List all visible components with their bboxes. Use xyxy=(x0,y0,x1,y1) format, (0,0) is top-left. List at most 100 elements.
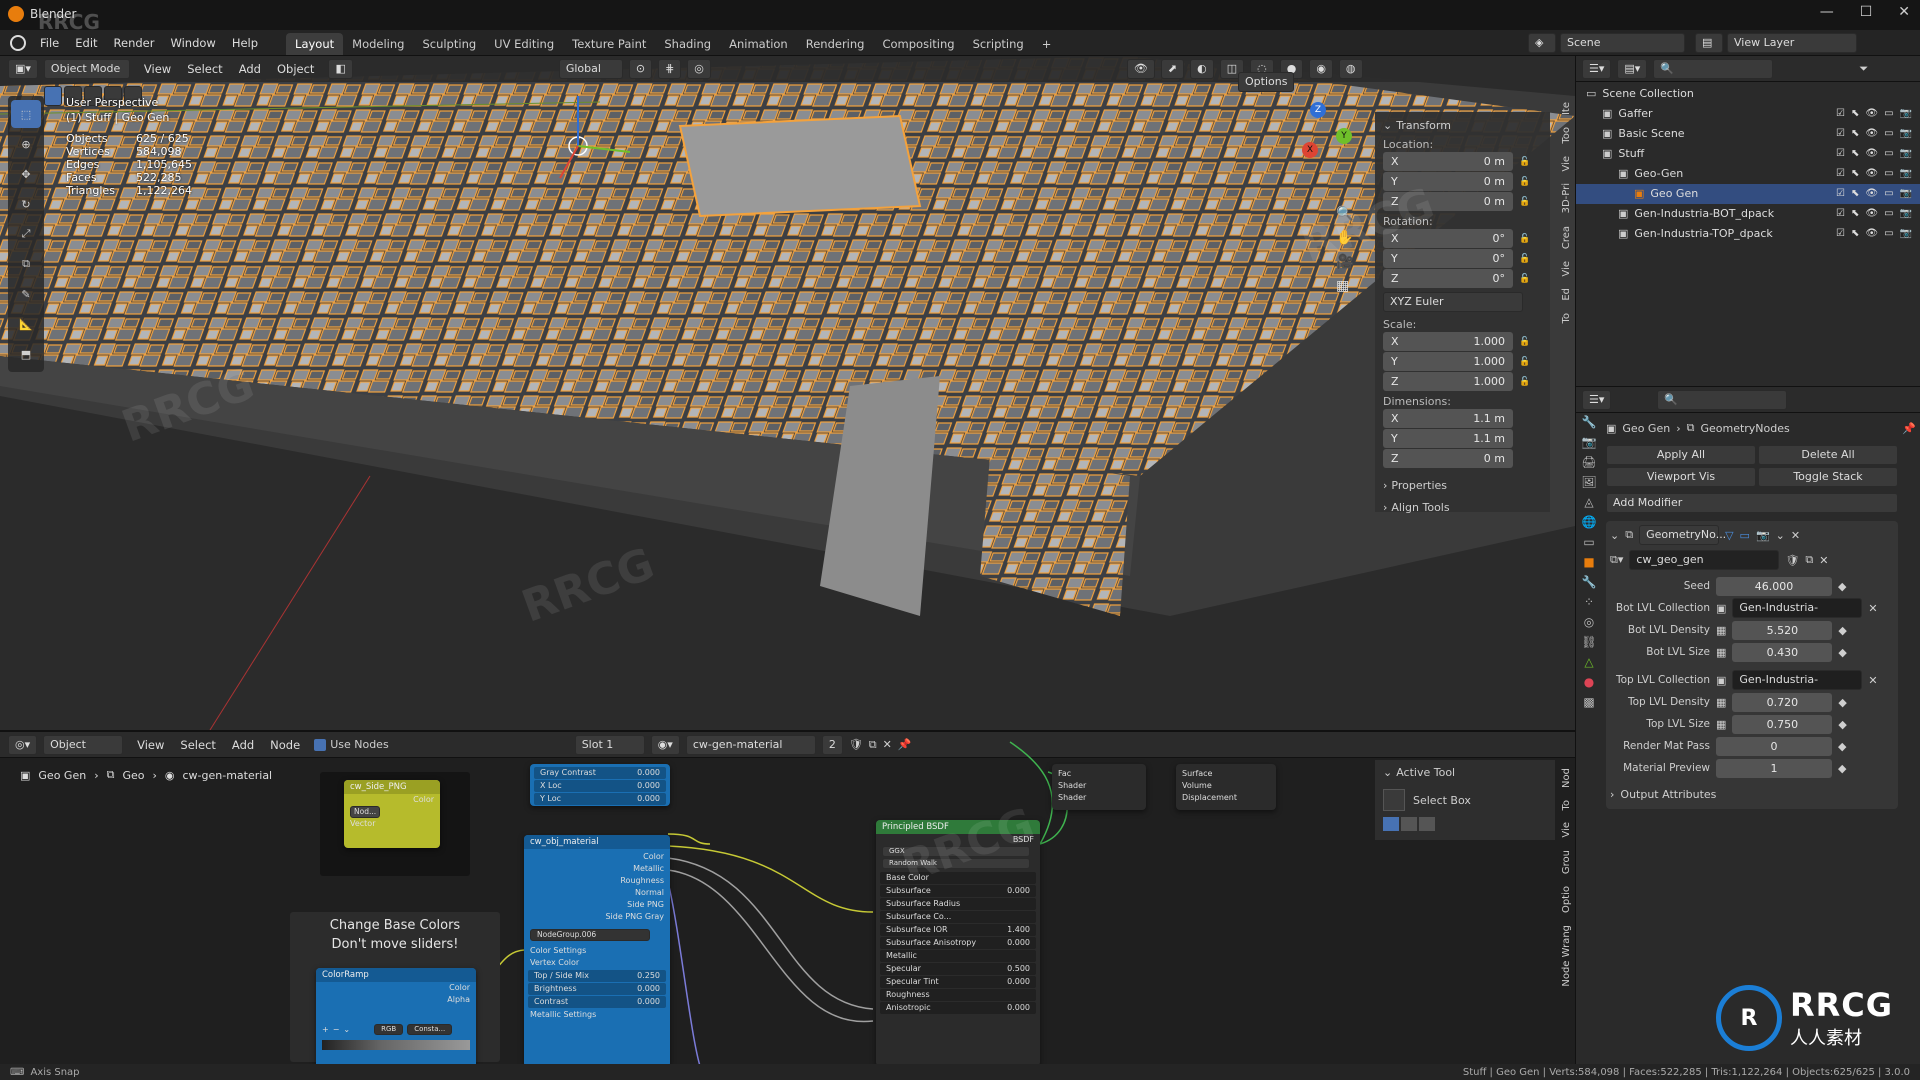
outliner-item[interactable]: ▣ Gen-Industria-TOP_dpack ☑ ⬉ 👁 ▭ 📷 xyxy=(1576,224,1920,244)
proportional-edit-icon[interactable]: ◎ xyxy=(687,59,711,79)
align-tools-subpanel[interactable]: Align Tools xyxy=(1391,501,1449,514)
sidebar-tab[interactable]: To xyxy=(1561,796,1572,815)
select-icon[interactable]: ⬉ xyxy=(1851,224,1859,244)
snap-icon[interactable]: ⋕ xyxy=(658,59,682,79)
lock-icon[interactable]: 🔓 xyxy=(1519,157,1530,167)
tab-scripting[interactable]: Scripting xyxy=(964,33,1033,55)
viewport-icon[interactable]: ▭ xyxy=(1884,204,1893,224)
modifier-name-field[interactable]: GeometryNo... xyxy=(1639,525,1726,545)
keyframe-icon[interactable]: ◆ xyxy=(1838,740,1846,753)
viewport-vis-button[interactable]: Viewport Vis xyxy=(1606,467,1756,487)
menu-help[interactable]: Help xyxy=(224,30,266,56)
checkbox-icon[interactable]: ☑ xyxy=(1836,124,1845,144)
chevron-down-icon[interactable]: ⌄ xyxy=(1610,529,1619,542)
sidebar-tab[interactable]: To xyxy=(1561,309,1572,328)
lock-icon[interactable]: 🔓 xyxy=(1519,177,1530,187)
collection-tab-icon[interactable]: ▭ xyxy=(1583,535,1594,549)
lock-icon[interactable]: 🔓 xyxy=(1519,337,1530,347)
data-tab-icon[interactable]: △ xyxy=(1584,655,1593,669)
attribute-toggle-icon[interactable]: ▦ xyxy=(1716,646,1726,659)
render-icon[interactable]: 📷 xyxy=(1900,124,1912,144)
dimension-z-field[interactable]: Z 0 m xyxy=(1383,449,1513,468)
nodegroup-field[interactable]: Nod... xyxy=(350,806,381,818)
y-axis-icon[interactable]: Y xyxy=(1336,128,1352,144)
physics-tab-icon[interactable]: ◎ xyxy=(1584,615,1594,629)
particles-tab-icon[interactable]: ⁘ xyxy=(1584,595,1594,609)
select-icon[interactable]: ⬉ xyxy=(1851,164,1859,184)
maximize-icon[interactable]: ☐ xyxy=(1860,4,1873,20)
chevron-down-icon[interactable]: ⌄ xyxy=(1383,766,1392,779)
scene-tab-icon[interactable]: ◬ xyxy=(1584,495,1593,509)
close-icon[interactable]: ✕ xyxy=(1898,4,1910,20)
loc-values-node[interactable]: Gray Contrast 0.000 X Loc 0.000 Y Loc 0.000 xyxy=(530,764,670,806)
x-axis-icon[interactable]: X xyxy=(1302,142,1318,158)
tab-sculpting[interactable]: Sculpting xyxy=(413,33,485,55)
viewport-icon[interactable]: ▭ xyxy=(1884,184,1893,204)
z-axis-icon[interactable]: Z xyxy=(1310,102,1326,118)
material-output-node[interactable]: Surface Volume Displacement xyxy=(1176,764,1276,810)
viewport-icon[interactable]: ▭ xyxy=(1884,124,1893,144)
sidebar-tab[interactable]: Nod xyxy=(1561,764,1572,792)
remove-stop-icon[interactable]: − xyxy=(333,1024,340,1036)
rotation-mode-selector[interactable]: XYZ Euler xyxy=(1383,292,1523,312)
gizmo-icon[interactable]: ⬈ xyxy=(1160,59,1185,79)
checkbox-icon[interactable]: ☑ xyxy=(1836,104,1845,124)
add-cube-tool-icon[interactable]: ⬒ xyxy=(11,340,41,368)
lock-icon[interactable]: 🔓 xyxy=(1519,254,1530,264)
sidebar-tab[interactable]: Crea xyxy=(1561,222,1572,253)
render-icon[interactable]: 📷 xyxy=(1900,204,1912,224)
menu-render[interactable]: Render xyxy=(106,30,163,56)
render-display-icon[interactable]: 📷 xyxy=(1756,529,1770,542)
duplicate-icon[interactable]: ⧉ xyxy=(1805,553,1813,567)
attribute-toggle-icon[interactable]: ▦ xyxy=(1716,696,1726,709)
collection-field[interactable]: Gen-Industria-TOP_d... xyxy=(1732,670,1863,704)
select-new-icon[interactable] xyxy=(1383,817,1399,831)
move-tool-icon[interactable]: ✥ xyxy=(11,160,41,188)
outliner-item[interactable]: ▣ Gen-Industria-BOT_dpack ☑ ⬉ 👁 ▭ 📷 xyxy=(1576,204,1920,224)
keyframe-icon[interactable]: ◆ xyxy=(1838,696,1846,709)
visibility-icon[interactable]: 👁 xyxy=(1126,59,1155,79)
color-mode-selector[interactable]: RGB xyxy=(374,1024,404,1035)
chevron-down-icon[interactable]: ⌄ xyxy=(1383,119,1392,132)
display-mode-icon[interactable]: ▤▾ xyxy=(1617,58,1648,79)
node-value-row[interactable]: Gray Contrast 0.000 xyxy=(534,767,666,779)
delete-all-button[interactable]: Delete All xyxy=(1758,445,1898,465)
sidebar-tab[interactable]: Optio xyxy=(1561,882,1572,917)
dimension-y-field[interactable]: Y 1.1 m xyxy=(1383,429,1513,448)
menu-edit[interactable]: Edit xyxy=(67,30,105,56)
selectability-icon[interactable]: ◧ xyxy=(328,59,353,79)
tab-texture-paint[interactable]: Texture Paint xyxy=(563,33,655,55)
eye-icon[interactable]: 👁 xyxy=(1865,124,1878,144)
mode-selector[interactable]: Object Mode xyxy=(43,59,130,79)
select-icon[interactable]: ⬉ xyxy=(1851,124,1859,144)
remove-modifier-icon[interactable]: ✕ xyxy=(1791,529,1800,542)
outliner-item[interactable]: ▭ Scene Collection xyxy=(1576,84,1920,104)
scale-z-field[interactable]: Z 1.000 xyxy=(1383,372,1513,391)
sidebar-tab[interactable]: Vie xyxy=(1561,257,1572,281)
attribute-toggle-icon[interactable]: ▦ xyxy=(1716,718,1726,731)
checkbox-icon[interactable]: ☑ xyxy=(1836,204,1845,224)
active-tool-title[interactable]: Active Tool xyxy=(1396,766,1455,779)
tool-tab-icon[interactable]: 🔧 xyxy=(1582,415,1597,429)
constraints-tab-icon[interactable]: ⛓ xyxy=(1581,635,1596,649)
node-value-row[interactable]: Specular 0.500 xyxy=(880,963,1036,975)
viewport-icon[interactable]: ▭ xyxy=(1884,104,1893,124)
edit-mode-icon[interactable]: ▽ xyxy=(1725,529,1733,542)
node-value-row[interactable]: Subsurface Co... xyxy=(880,911,1036,923)
sidebar-tab[interactable]: Ite xyxy=(1561,98,1572,119)
outliner-item[interactable]: ▣ Gaffer ☑ ⬉ 👁 ▭ 📷 xyxy=(1576,104,1920,124)
node-value-row[interactable]: Top / Side Mix 0.250 xyxy=(528,970,666,982)
node-value-row[interactable]: Subsurface 0.000 xyxy=(880,885,1036,897)
select-icon[interactable]: ⬉ xyxy=(1851,204,1859,224)
scale-tool-icon[interactable]: ⤢ xyxy=(11,220,41,248)
lock-icon[interactable]: 🔓 xyxy=(1519,377,1530,387)
lock-icon[interactable]: 🔓 xyxy=(1519,234,1530,244)
editor-type-button[interactable]: ▣▾ xyxy=(8,59,38,79)
sidebar-tab[interactable]: Grou xyxy=(1561,846,1572,878)
clear-icon[interactable]: ✕ xyxy=(1868,602,1877,615)
checkbox-icon[interactable]: ☑ xyxy=(1836,184,1845,204)
select-tool-icon[interactable]: ⬚ xyxy=(11,100,41,128)
transform-tool-icon[interactable]: ⧉ xyxy=(11,250,41,278)
number-field[interactable]: 46.000 xyxy=(1716,576,1832,596)
options-dropdown[interactable]: Options xyxy=(1238,72,1295,92)
